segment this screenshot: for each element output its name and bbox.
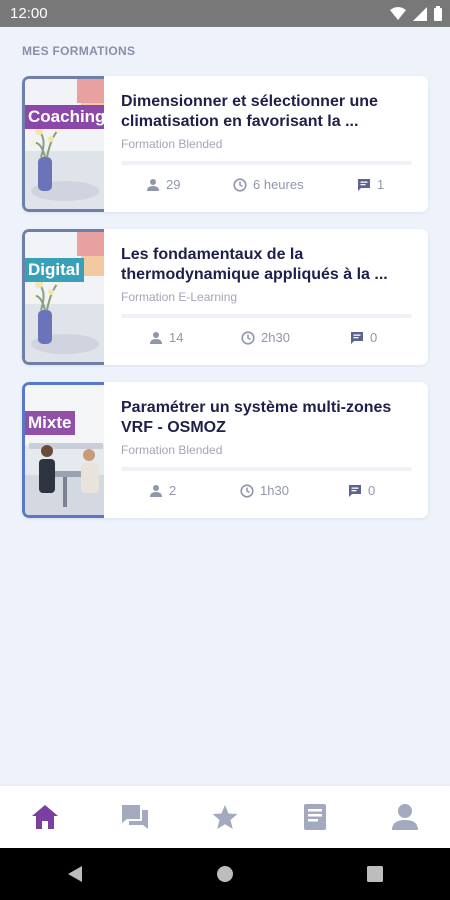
course-type: Formation E-Learning bbox=[121, 290, 238, 304]
section-title: MES FORMATIONS bbox=[22, 44, 136, 58]
nav-profile[interactable] bbox=[375, 792, 435, 842]
book-icon bbox=[304, 804, 326, 830]
person-icon bbox=[150, 484, 162, 497]
comments-count: 0 bbox=[368, 483, 376, 498]
course-title: Dimensionner et sélectionner une climati… bbox=[121, 93, 378, 130]
system-back-button[interactable] bbox=[45, 854, 105, 894]
comments-count: 1 bbox=[377, 177, 385, 192]
status-bar: 12:00 bbox=[0, 0, 450, 27]
learners-stat: 14 bbox=[149, 330, 183, 345]
course-card[interactable]: Digital Les fondamentaux de la thermodyn… bbox=[22, 229, 428, 365]
progress-divider bbox=[121, 467, 412, 471]
duration-stat: 1h30 bbox=[240, 483, 289, 498]
home-icon bbox=[32, 805, 58, 829]
duration-stat: 2h30 bbox=[241, 330, 290, 345]
course-thumbnail: Digital bbox=[22, 229, 104, 365]
system-navigation bbox=[0, 848, 450, 900]
learners-count: 29 bbox=[166, 177, 181, 192]
duration-value: 1h30 bbox=[260, 483, 289, 498]
nav-library[interactable] bbox=[285, 792, 345, 842]
duration-value: 6 heures bbox=[253, 177, 304, 192]
learners-count: 2 bbox=[169, 483, 177, 498]
back-triangle-icon bbox=[68, 866, 82, 882]
learners-stat: 29 bbox=[146, 177, 180, 192]
learners-stat: 2 bbox=[149, 483, 176, 498]
course-card[interactable]: Coaching Dimensionner et sélectionner un… bbox=[22, 76, 428, 212]
course-type: Formation Blended bbox=[121, 137, 223, 151]
comment-icon bbox=[351, 331, 363, 344]
course-tag: Mixte bbox=[25, 411, 76, 435]
signal-icon bbox=[413, 6, 427, 21]
nav-messages[interactable] bbox=[105, 792, 165, 842]
chat-icon bbox=[122, 805, 148, 829]
course-thumbnail: Mixte bbox=[22, 382, 104, 518]
course-type: Formation Blended bbox=[121, 443, 223, 457]
duration-stat: 6 heures bbox=[233, 177, 304, 192]
home-circle-icon bbox=[217, 866, 233, 882]
status-time: 12:00 bbox=[10, 5, 48, 22]
course-tag: Digital bbox=[25, 258, 84, 282]
course-thumbnail: Coaching bbox=[22, 76, 104, 212]
clock-icon bbox=[241, 330, 255, 345]
comments-stat: 0 bbox=[348, 483, 375, 498]
course-card[interactable]: Mixte Paramétrer un système multi-zones … bbox=[22, 382, 428, 518]
comment-icon bbox=[349, 484, 361, 497]
course-title: Paramétrer un système multi-zones VRF - … bbox=[121, 399, 392, 436]
star-icon bbox=[212, 805, 238, 829]
comments-stat: 0 bbox=[350, 330, 377, 345]
system-recents-button[interactable] bbox=[345, 854, 405, 894]
system-home-button[interactable] bbox=[195, 854, 255, 894]
comments-count: 0 bbox=[370, 330, 378, 345]
progress-divider bbox=[121, 314, 412, 318]
course-tag: Coaching bbox=[25, 105, 104, 129]
recents-square-icon bbox=[367, 866, 383, 882]
progress-divider bbox=[121, 161, 412, 165]
battery-icon bbox=[434, 6, 442, 21]
status-icons bbox=[390, 6, 442, 21]
person-icon bbox=[147, 178, 159, 191]
comments-stat: 1 bbox=[357, 177, 384, 192]
clock-icon bbox=[240, 483, 254, 498]
learners-count: 14 bbox=[169, 330, 184, 345]
person-icon bbox=[150, 331, 162, 344]
nav-favorites[interactable] bbox=[195, 792, 255, 842]
course-title: Les fondamentaux de la thermodynamique a… bbox=[121, 246, 388, 283]
wifi-icon bbox=[390, 7, 406, 20]
clock-icon bbox=[233, 177, 247, 192]
profile-icon bbox=[392, 804, 418, 830]
nav-home[interactable] bbox=[15, 792, 75, 842]
bottom-navigation bbox=[0, 786, 450, 848]
comment-icon bbox=[358, 178, 370, 191]
duration-value: 2h30 bbox=[261, 330, 290, 345]
